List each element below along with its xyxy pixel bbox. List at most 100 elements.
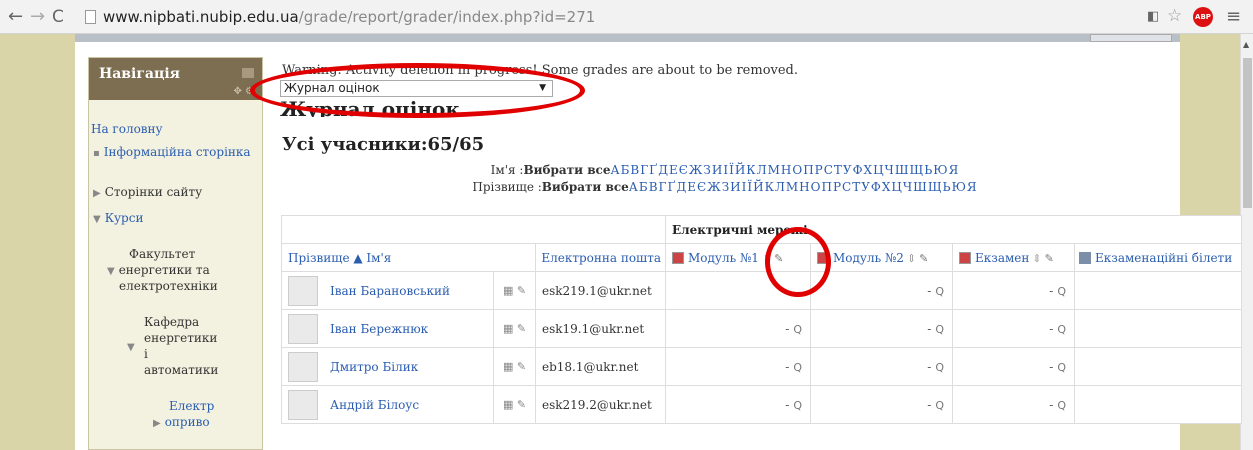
adblock-icon[interactable]: ABP bbox=[1193, 7, 1213, 27]
assignment-icon bbox=[817, 251, 830, 264]
edit-pencil-icon[interactable]: ✎ bbox=[517, 284, 526, 297]
column-module1-header[interactable]: Модуль №1 ⇕ ✎ bbox=[665, 243, 812, 272]
search-icon[interactable]: Q bbox=[1057, 399, 1066, 412]
edit-pencil-icon[interactable]: ✎ bbox=[517, 398, 526, 411]
column-module2-header[interactable]: Модуль №2 ⇕ ✎ bbox=[810, 243, 954, 272]
grade-cell[interactable]: -Q bbox=[665, 309, 812, 348]
table-row: Дмитро Білик ▦ ✎ eb18.1@ukr.net -Q -Q -Q bbox=[281, 347, 1243, 386]
grade-cell[interactable]: -Q bbox=[952, 271, 1076, 310]
edit-pencil-icon[interactable]: ✎ bbox=[1045, 252, 1054, 265]
nav-department-line-3: і bbox=[144, 347, 148, 361]
nav-home-link[interactable]: На головну bbox=[91, 122, 163, 136]
search-icon[interactable]: Q bbox=[935, 323, 944, 336]
sort-icon[interactable]: ⇕ bbox=[907, 252, 916, 265]
report-jump-select[interactable]: Журнал оцінок ▼ bbox=[280, 80, 553, 97]
forward-arrow-icon[interactable]: → bbox=[30, 7, 45, 27]
column-name-header[interactable]: Прізвище ▲ Ім'я bbox=[281, 243, 536, 272]
address-bar[interactable]: www.nipbati.nubip.edu.ua/grade/report/gr… bbox=[103, 8, 595, 26]
nav-site-pages[interactable]: ▶ Сторінки сайту bbox=[93, 184, 202, 202]
search-icon[interactable]: Q bbox=[935, 361, 944, 374]
row-actions[interactable]: ▦ ✎ bbox=[493, 309, 536, 348]
search-icon[interactable]: Q bbox=[935, 285, 944, 298]
surname-letters[interactable]: АБВГҐДЕЄЖЗИІЇЙКЛМНОПРСТУФХЦЧШЩЬЮЯ bbox=[629, 180, 978, 194]
move-icon[interactable]: ✥ ⚙ bbox=[233, 86, 254, 97]
page-icon bbox=[85, 10, 96, 24]
chevron-down-icon[interactable]: ▼ bbox=[127, 338, 139, 356]
table-row: Іван Барановський ▦ ✎ esk219.1@ukr.net -… bbox=[281, 271, 1243, 310]
sort-icon[interactable]: ⇕ bbox=[1032, 252, 1041, 265]
nav-department-line-4: автоматики bbox=[144, 363, 219, 377]
edit-pencil-icon[interactable]: ✎ bbox=[517, 322, 526, 335]
student-email: eb18.1@ukr.net bbox=[534, 347, 667, 386]
grade-cell[interactable]: -Q bbox=[952, 385, 1076, 424]
nav-faculty-line-1: Факультет bbox=[129, 247, 196, 261]
grade-cell[interactable]: -Q bbox=[665, 347, 812, 386]
scrollbar-thumb[interactable] bbox=[1243, 58, 1252, 208]
nav-course[interactable]: ▶ оприво bbox=[153, 414, 210, 432]
search-icon[interactable]: Q bbox=[1057, 323, 1066, 336]
sort-icon[interactable]: ⇕ bbox=[762, 252, 771, 265]
student-name[interactable]: Іван Бережнюк bbox=[281, 309, 494, 348]
grade-cell[interactable]: -Q bbox=[665, 385, 812, 424]
edit-mode-button[interactable] bbox=[1090, 34, 1172, 42]
student-name[interactable]: Іван Барановський bbox=[281, 271, 494, 310]
row-actions[interactable]: ▦ ✎ bbox=[493, 271, 536, 310]
nav-course-line-1[interactable]: Електр bbox=[169, 398, 214, 414]
report-icon[interactable]: ▦ bbox=[503, 284, 513, 297]
grade-cell[interactable]: -Q bbox=[952, 309, 1076, 348]
grade-cell[interactable] bbox=[1074, 347, 1243, 386]
search-icon[interactable]: Q bbox=[793, 361, 802, 374]
student-name[interactable]: Андрій Білоус bbox=[281, 385, 494, 424]
grader-table: Електричні мережі Прізвище ▲ Ім'я Електр… bbox=[280, 215, 1243, 424]
column-exam-header[interactable]: Екзамен ⇕ ✎ bbox=[952, 243, 1076, 272]
grade-cell[interactable] bbox=[1074, 385, 1243, 424]
row-actions[interactable]: ▦ ✎ bbox=[493, 347, 536, 386]
nav-info-page[interactable]: ▪ Інформаційна сторінка bbox=[93, 144, 251, 162]
category-row: Електричні мережі bbox=[280, 215, 1243, 244]
row-actions[interactable]: ▦ ✎ bbox=[493, 385, 536, 424]
grade-cell[interactable]: -Q bbox=[810, 271, 954, 310]
chevron-right-icon: ▶ bbox=[153, 418, 161, 429]
edit-pencil-icon[interactable]: ✎ bbox=[517, 360, 526, 373]
search-icon[interactable]: Q bbox=[935, 399, 944, 412]
nav-faculty-line-3: електротехніки bbox=[119, 279, 218, 293]
browser-toolbar: ← → C www.nipbati.nubip.edu.ua/grade/rep… bbox=[0, 0, 1253, 34]
table-row: Іван Бережнюк ▦ ✎ esk19.1@ukr.net -Q -Q … bbox=[281, 309, 1243, 348]
bookmark-star-icon[interactable]: ☆ bbox=[1167, 6, 1182, 26]
report-icon[interactable]: ▦ bbox=[503, 360, 513, 373]
back-arrow-icon[interactable]: ← bbox=[8, 7, 23, 27]
grade-cell[interactable]: -Q bbox=[810, 347, 954, 386]
report-icon[interactable]: ▦ bbox=[503, 322, 513, 335]
grade-cell[interactable] bbox=[1074, 309, 1243, 348]
surname-select-all[interactable]: Вибрати все bbox=[542, 180, 629, 194]
search-icon[interactable]: Q bbox=[793, 323, 802, 336]
search-icon[interactable]: Q bbox=[1057, 285, 1066, 298]
surname-filter: Прізвище :Вибрати всеАБВГҐДЕЄЖЗИІЇЙКЛМНО… bbox=[280, 180, 1170, 194]
nav-courses[interactable]: ▼ Курси bbox=[93, 210, 143, 228]
page-header-strip bbox=[75, 34, 1180, 42]
edit-pencil-icon[interactable]: ✎ bbox=[774, 252, 783, 265]
surname-filter-label: Прізвище : bbox=[472, 180, 542, 194]
search-icon[interactable]: Q bbox=[1057, 361, 1066, 374]
firstname-select-all[interactable]: Вибрати все bbox=[523, 163, 610, 177]
deletion-warning: Warning: Activity deletion in progress! … bbox=[282, 63, 799, 78]
report-icon[interactable]: ▦ bbox=[503, 398, 513, 411]
nav-department-line-1: Кафедра bbox=[144, 315, 200, 329]
menu-icon[interactable]: ≡ bbox=[1226, 6, 1241, 27]
grade-cell[interactable]: -Q bbox=[810, 309, 954, 348]
column-tickets-header[interactable]: Екзаменаційні білети bbox=[1074, 243, 1243, 272]
search-icon[interactable]: Q bbox=[793, 399, 802, 412]
reload-icon[interactable]: C bbox=[52, 7, 64, 27]
grade-cell[interactable] bbox=[1074, 271, 1243, 310]
firstname-letters[interactable]: АБВГҐДЕЄЖЗИІЇЙКЛМНОПРСТУФХЦЧШЩЬЮЯ bbox=[611, 163, 960, 177]
column-email-header[interactable]: Електронна пошта bbox=[534, 243, 667, 272]
edit-pencil-icon[interactable]: ✎ bbox=[919, 252, 928, 265]
grade-cell[interactable]: -Q bbox=[810, 385, 954, 424]
grade-cell[interactable] bbox=[665, 271, 812, 310]
translate-icon[interactable]: ◧ bbox=[1147, 9, 1159, 24]
student-name[interactable]: Дмитро Білик bbox=[281, 347, 494, 386]
scroll-up-icon[interactable]: ▲ bbox=[1243, 40, 1249, 49]
book-icon bbox=[1079, 251, 1092, 264]
grade-cell[interactable]: -Q bbox=[952, 347, 1076, 386]
dock-icon[interactable] bbox=[242, 68, 254, 78]
